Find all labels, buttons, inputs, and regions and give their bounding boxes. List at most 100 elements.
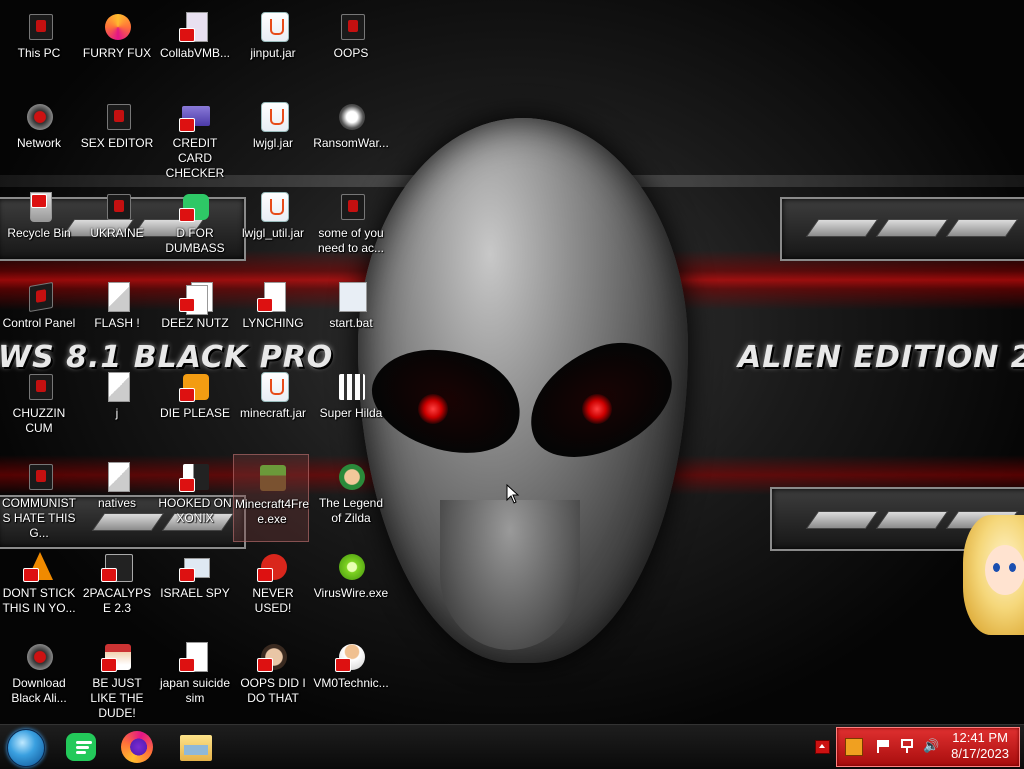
dev-icon bbox=[257, 550, 289, 582]
desktop-icon-die-please[interactable]: DIE PLEASE bbox=[157, 364, 233, 452]
zelda-icon bbox=[335, 460, 367, 492]
icon-label: D FOR DUMBASS bbox=[165, 226, 225, 255]
desktop-icon-be-just-like-the-dude[interactable]: BE JUST LIKE THE DUDE! bbox=[79, 634, 155, 722]
icon-label: Network bbox=[16, 136, 61, 150]
desktop-icon-viruswire[interactable]: VirusWire.exe bbox=[313, 544, 389, 632]
blank-doc-icon bbox=[101, 280, 133, 312]
desktop-icon-network[interactable]: Network bbox=[1, 94, 77, 182]
taskbar-file-explorer-button[interactable] bbox=[178, 729, 218, 765]
desktop-icon-start-bat[interactable]: start.bat bbox=[313, 274, 389, 362]
desktop-icon-jinput-jar[interactable]: jinput.jar bbox=[235, 4, 311, 92]
desktop-icon-download-black-alien[interactable]: Download Black Ali... bbox=[1, 634, 77, 722]
alien-eye-glow bbox=[418, 394, 448, 424]
desktop-icon-ransomware[interactable]: RansomWar... bbox=[313, 94, 389, 182]
desktop-icon-deez-nutz[interactable]: DEEZ NUTZ bbox=[157, 274, 233, 362]
jar-icon bbox=[257, 370, 289, 402]
icon-label: CREDIT CARD CHECKER bbox=[165, 136, 225, 180]
jar-icon bbox=[257, 190, 289, 222]
icon-label: OOPS DID I DO THAT bbox=[240, 676, 306, 705]
recycle-bin-icon bbox=[23, 190, 55, 222]
music-doc-icon bbox=[179, 640, 211, 672]
blank-doc-icon bbox=[101, 460, 133, 492]
icon-label: LYNCHING bbox=[242, 316, 304, 330]
desktop-icon-japan-suicide-sim[interactable]: japan suicide sim bbox=[157, 634, 233, 722]
icon-label: NEVER USED! bbox=[252, 586, 294, 615]
taskbar-firefox-button[interactable] bbox=[118, 729, 158, 765]
red-app-icon bbox=[335, 190, 367, 222]
taskbar-spotify-button[interactable] bbox=[63, 729, 103, 765]
icon-label: VirusWire.exe bbox=[313, 586, 389, 600]
desktop-icon-d-for-dumbass[interactable]: D FOR DUMBASS bbox=[157, 184, 233, 272]
icon-label: COMMUNISTS HATE THIS G... bbox=[2, 496, 76, 540]
red-app-icon bbox=[101, 190, 133, 222]
desktop-icon-hooked-on-xonix[interactable]: HOOKED ON XONIX bbox=[157, 454, 233, 542]
xonix-icon bbox=[179, 460, 211, 492]
clock[interactable]: 12:41 PM 8/17/2023 bbox=[951, 730, 1009, 762]
volume-icon[interactable]: 🔊 bbox=[923, 738, 939, 754]
desktop-icon-super-hilda[interactable]: Super Hilda bbox=[313, 364, 389, 452]
face-icon bbox=[257, 640, 289, 672]
icon-label: FURRY FUX bbox=[82, 46, 152, 60]
desktop-icon-vm0technic[interactable]: VM0Technic... bbox=[313, 634, 389, 722]
desktop-icon-chuzzin-cum[interactable]: CHUZZIN CUM bbox=[1, 364, 77, 452]
wallpaper-title-right: ALIEN EDITION 201 bbox=[738, 340, 1024, 375]
desktop-icon-sex-editor[interactable]: SEX EDITOR bbox=[79, 94, 155, 182]
show-hidden-icons-button[interactable] bbox=[815, 740, 830, 754]
desktop-icon-never-used[interactable]: NEVER USED! bbox=[235, 544, 311, 632]
pc-icon bbox=[23, 10, 55, 42]
flag-icon[interactable] bbox=[875, 738, 891, 754]
desktop-icon-lynching[interactable]: LYNCHING bbox=[235, 274, 311, 362]
jar-icon bbox=[257, 100, 289, 132]
desktop-icon-israel-spy[interactable]: ISRAEL SPY bbox=[157, 544, 233, 632]
stack-icon bbox=[179, 280, 213, 315]
desktop-icon-some-of-you[interactable]: some of you need to ac... bbox=[313, 184, 389, 272]
icon-label: natives bbox=[97, 496, 137, 510]
clock-date: 8/17/2023 bbox=[951, 746, 1009, 761]
desktop-icon-control-panel[interactable]: Control Panel bbox=[1, 274, 77, 362]
icon-label: start.bat bbox=[329, 316, 373, 330]
icon-label: DIE PLEASE bbox=[159, 406, 231, 420]
icon-label: j bbox=[115, 406, 119, 420]
icon-label: Download Black Ali... bbox=[11, 676, 67, 705]
blank-doc-icon bbox=[101, 370, 133, 402]
taskbar: 🔊 12:41 PM 8/17/2023 bbox=[0, 724, 1024, 769]
desktop-icon-credit-card-checker[interactable]: CREDIT CARD CHECKER bbox=[157, 94, 233, 182]
icon-label: DEEZ NUTZ bbox=[161, 316, 229, 330]
icon-label: lwjgl_util.jar bbox=[241, 226, 305, 240]
file-explorer-icon bbox=[180, 735, 212, 761]
window-icon bbox=[101, 550, 133, 582]
pixel-icon bbox=[335, 370, 367, 402]
red-app-icon bbox=[23, 460, 55, 492]
icon-label: This PC bbox=[17, 46, 61, 60]
desktop-icon-lwjgl-util-jar[interactable]: lwjgl_util.jar bbox=[235, 184, 311, 272]
icon-label: CollabVMB... bbox=[159, 46, 231, 60]
clock-time: 12:41 PM bbox=[952, 730, 1008, 745]
desktop-icon-legend-of-zilda[interactable]: The Legend of Zilda bbox=[313, 454, 389, 542]
desktop-icon-ukraine[interactable]: UKRAINE bbox=[79, 184, 155, 272]
desktop-icon-recycle-bin[interactable]: Recycle Bin bbox=[1, 184, 77, 272]
control-panel-icon bbox=[23, 280, 55, 313]
icon-label: SEX EDITOR bbox=[80, 136, 154, 150]
icon-label: RansomWar... bbox=[313, 136, 389, 150]
app-tray-icon[interactable] bbox=[845, 738, 863, 756]
desktop-icon-communists[interactable]: COMMUNISTS HATE THIS G... bbox=[1, 454, 77, 542]
desktop-icon-oops-did-i-do-that[interactable]: OOPS DID I DO THAT bbox=[235, 634, 311, 722]
desktop-icon-2pacalypse[interactable]: 2PACALYPSE 2.3 bbox=[79, 544, 155, 632]
desktop-icon-this-pc[interactable]: This PC bbox=[1, 4, 77, 92]
desktop-icon-furry-fux[interactable]: FURRY FUX bbox=[79, 4, 155, 92]
desktop-icon-minecraft4free[interactable]: Minecraft4Free.exe bbox=[233, 454, 309, 542]
desktop-icon-collabvm[interactable]: CollabVMB... bbox=[157, 4, 233, 92]
desktop-icon-flash[interactable]: FLASH ! bbox=[79, 274, 155, 362]
desktop-icon-dont-stick[interactable]: DONT STICK THIS IN YO... bbox=[1, 544, 77, 632]
start-orb-icon[interactable] bbox=[7, 729, 45, 767]
desktop-icon-j[interactable]: j bbox=[79, 364, 155, 452]
red-ring-icon bbox=[23, 640, 55, 672]
desktop-icon-natives[interactable]: natives bbox=[79, 454, 155, 542]
desktop-icon-oops[interactable]: OOPS bbox=[313, 4, 389, 92]
batch-icon bbox=[335, 280, 367, 312]
icon-label: Recycle Bin bbox=[7, 226, 71, 240]
desktop-icon-lwjgl-jar[interactable]: lwjgl.jar bbox=[235, 94, 311, 182]
network-icon[interactable] bbox=[899, 738, 915, 754]
desktop-icon-minecraft-jar[interactable]: minecraft.jar bbox=[235, 364, 311, 452]
icon-label: VM0Technic... bbox=[313, 676, 389, 690]
